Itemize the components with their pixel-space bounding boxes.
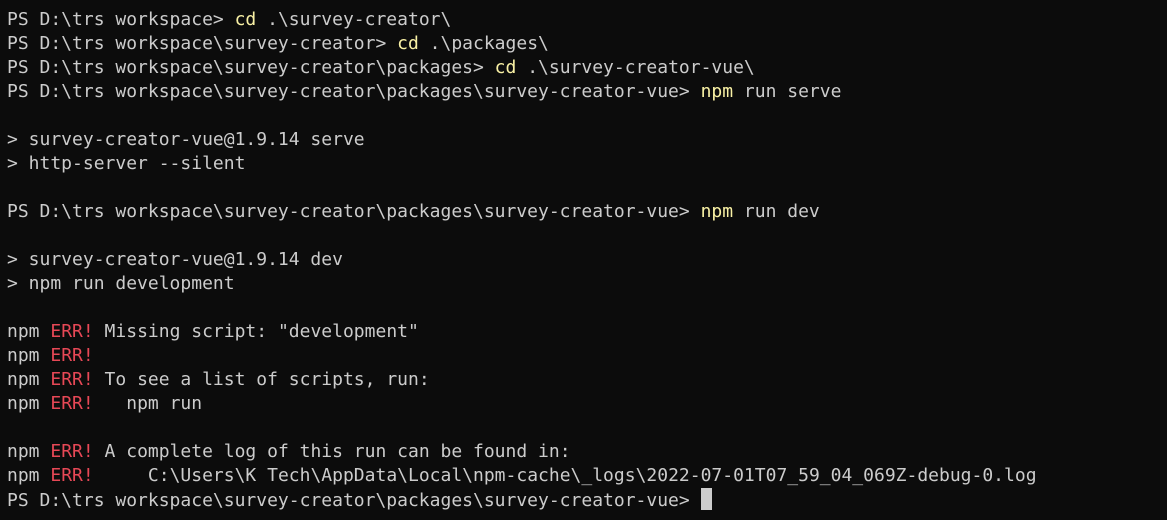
error-label: ERR!	[50, 321, 94, 342]
terminal-text: > survey-creator-vue@1.9.14 serve	[7, 129, 365, 150]
terminal-line: PS D:\trs workspace\survey-creator\packa…	[7, 80, 1167, 104]
terminal-line: PS D:\trs workspace\survey-creator\packa…	[7, 200, 1167, 224]
terminal-text: PS D:\trs workspace\survey-creator\packa…	[7, 201, 701, 222]
terminal-text: To see a list of scripts, run:	[93, 369, 430, 390]
terminal-line: npm ERR! A complete log of this run can …	[7, 440, 1167, 464]
command-keyword: npm	[700, 201, 734, 222]
terminal-text: npm	[7, 465, 51, 486]
terminal-text: PS D:\trs workspace\survey-creator\packa…	[7, 81, 701, 102]
terminal-text: .\survey-creator-vue\	[516, 57, 755, 78]
terminal-line: PS D:\trs workspace> cd .\survey-creator…	[7, 8, 1167, 32]
command-keyword: cd	[234, 9, 257, 30]
terminal-text: npm	[7, 393, 51, 414]
terminal-text: A complete log of this run can be found …	[93, 441, 571, 462]
terminal-line: npm ERR! To see a list of scripts, run:	[7, 368, 1167, 392]
text-cursor	[700, 488, 712, 510]
terminal-line: > npm run development	[7, 272, 1167, 296]
error-label: ERR!	[50, 345, 94, 366]
command-keyword: npm	[700, 81, 734, 102]
error-label: ERR!	[50, 393, 94, 414]
terminal-line: PS D:\trs workspace\survey-creator\packa…	[7, 488, 1167, 512]
terminal-text: PS D:\trs workspace\survey-creator\packa…	[7, 490, 701, 511]
terminal-text: npm	[7, 321, 51, 342]
terminal-text: .\survey-creator\	[256, 9, 452, 30]
terminal-text: PS D:\trs workspace\survey-creator>	[7, 33, 398, 54]
terminal-line: > http-server --silent	[7, 152, 1167, 176]
terminal-text: PS D:\trs workspace\survey-creator\packa…	[7, 57, 495, 78]
terminal-line: npm ERR! C:\Users\K Tech\AppData\Local\n…	[7, 464, 1167, 488]
terminal-text: PS D:\trs workspace>	[7, 9, 235, 30]
terminal-text: > survey-creator-vue@1.9.14 dev	[7, 249, 343, 270]
error-label: ERR!	[50, 465, 94, 486]
command-keyword: cd	[494, 57, 517, 78]
error-label: ERR!	[50, 369, 94, 390]
terminal-text: > npm run development	[7, 273, 235, 294]
terminal-text: > http-server --silent	[7, 153, 246, 174]
terminal-text: npm run	[93, 393, 203, 414]
terminal-text: npm	[7, 369, 51, 390]
error-label: ERR!	[50, 441, 94, 462]
terminal-line: npm ERR! Missing script: "development"	[7, 320, 1167, 344]
terminal-line: PS D:\trs workspace\survey-creator> cd .…	[7, 32, 1167, 56]
terminal-text: npm	[7, 441, 51, 462]
terminal-text: run dev	[733, 201, 820, 222]
terminal-text: npm	[7, 345, 51, 366]
terminal-window[interactable]: PS D:\trs workspace> cd .\survey-creator…	[0, 0, 1167, 520]
terminal-text: .\packages\	[418, 33, 549, 54]
terminal-line: PS D:\trs workspace\survey-creator\packa…	[7, 56, 1167, 80]
terminal-line: > survey-creator-vue@1.9.14 dev	[7, 248, 1167, 272]
terminal-text: Missing script: "development"	[93, 321, 419, 342]
terminal-text: C:\Users\K Tech\AppData\Local\npm-cache\…	[93, 465, 1037, 486]
terminal-line: npm ERR!	[7, 344, 1167, 368]
terminal-line: npm ERR! npm run	[7, 392, 1167, 416]
command-keyword: cd	[397, 33, 419, 54]
terminal-line: > survey-creator-vue@1.9.14 serve	[7, 128, 1167, 152]
terminal-text: run serve	[733, 81, 842, 102]
